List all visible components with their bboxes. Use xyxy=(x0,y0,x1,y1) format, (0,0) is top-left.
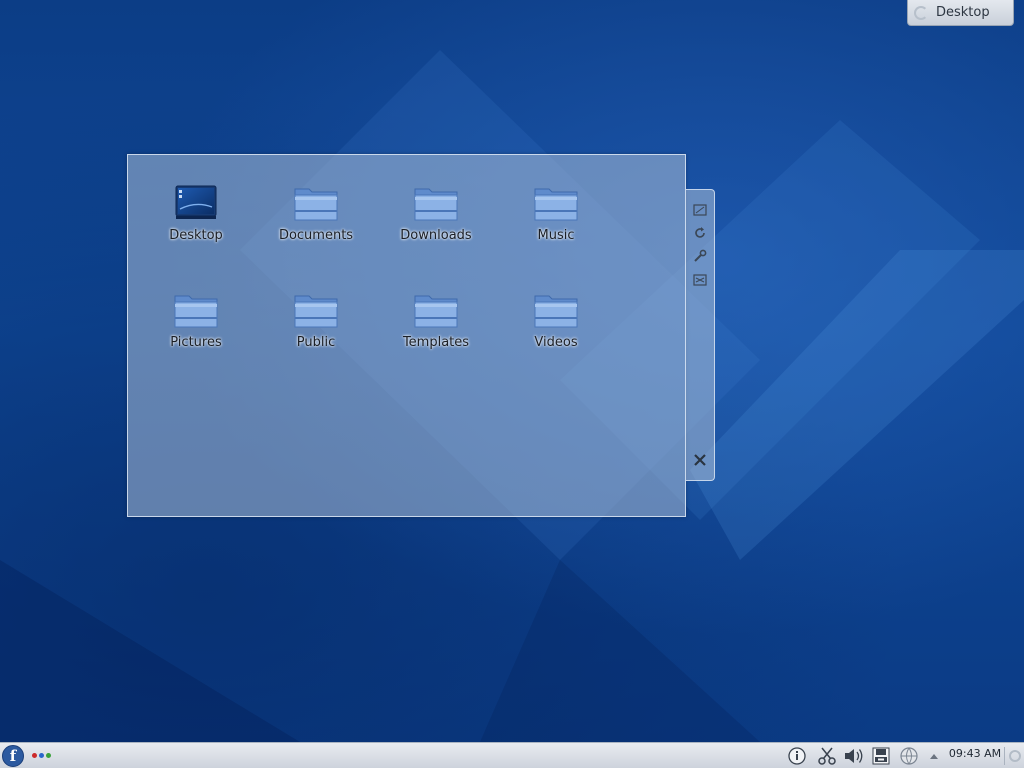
folder-item-pictures[interactable]: Pictures xyxy=(146,290,246,370)
folder-item-public[interactable]: Public xyxy=(266,290,366,370)
folder-icon xyxy=(292,290,340,332)
folder-icon xyxy=(412,183,460,225)
taskbar-panel: f 09:43 AM xyxy=(0,742,1024,768)
folder-item-label: Templates xyxy=(402,335,470,350)
virtual-desktop-pager[interactable] xyxy=(32,753,51,758)
folder-item-label: Documents xyxy=(278,228,354,243)
folder-item-music[interactable]: Music xyxy=(506,183,606,263)
desktop-folder-icon xyxy=(172,183,220,225)
folder-item-label: Videos xyxy=(534,335,578,350)
pager-dot-red[interactable] xyxy=(32,753,37,758)
desktop-toolbox-label: Desktop xyxy=(936,5,990,20)
folder-icon xyxy=(532,290,580,332)
digital-clock[interactable]: 09:43 AM xyxy=(946,747,1004,760)
folder-item-label: Downloads xyxy=(400,228,472,243)
maximize-icon[interactable] xyxy=(692,272,708,288)
network-icon[interactable] xyxy=(898,745,920,767)
folder-item-label: Music xyxy=(537,228,575,243)
application-launcher-button[interactable]: f xyxy=(2,745,24,767)
applet-handle[interactable] xyxy=(686,189,715,481)
resize-icon[interactable] xyxy=(692,202,708,218)
pager-dot-blue[interactable] xyxy=(39,753,44,758)
volume-icon[interactable] xyxy=(842,745,866,767)
folder-item-templates[interactable]: Templates xyxy=(386,290,486,370)
folder-icon xyxy=(172,290,220,332)
desktop-toolbox-button[interactable]: Desktop xyxy=(907,0,1014,26)
folder-item-downloads[interactable]: Downloads xyxy=(386,183,486,263)
folder-icon xyxy=(412,290,460,332)
folder-item-documents[interactable]: Documents xyxy=(266,183,366,263)
notifications-icon[interactable] xyxy=(786,745,808,767)
printer-icon[interactable] xyxy=(870,745,892,767)
expand-tray-arrow-icon[interactable] xyxy=(927,745,941,767)
folder-item-desktop[interactable]: Desktop xyxy=(146,183,246,263)
rotate-icon[interactable] xyxy=(692,225,708,241)
panel-toolbox-icon[interactable] xyxy=(1006,746,1024,766)
folder-view-widget: Desktop Documents Downloads Music Pictur… xyxy=(127,154,686,517)
fedora-logo-icon: f xyxy=(9,747,17,765)
desktop-toolbox-icon xyxy=(914,5,928,20)
folder-item-videos[interactable]: Videos xyxy=(506,290,606,370)
close-icon[interactable] xyxy=(692,452,708,468)
wrench-icon[interactable] xyxy=(692,248,708,264)
panel-separator xyxy=(1004,747,1005,765)
folder-item-label: Public xyxy=(296,335,336,350)
folder-icon xyxy=(532,183,580,225)
folder-icon xyxy=(292,183,340,225)
clipboard-scissors-icon[interactable] xyxy=(816,745,838,767)
folder-view-grid: Desktop Documents Downloads Music Pictur… xyxy=(128,155,685,516)
folder-item-label: Desktop xyxy=(169,228,223,243)
folder-item-label: Pictures xyxy=(170,335,222,350)
pager-dot-green[interactable] xyxy=(46,753,51,758)
